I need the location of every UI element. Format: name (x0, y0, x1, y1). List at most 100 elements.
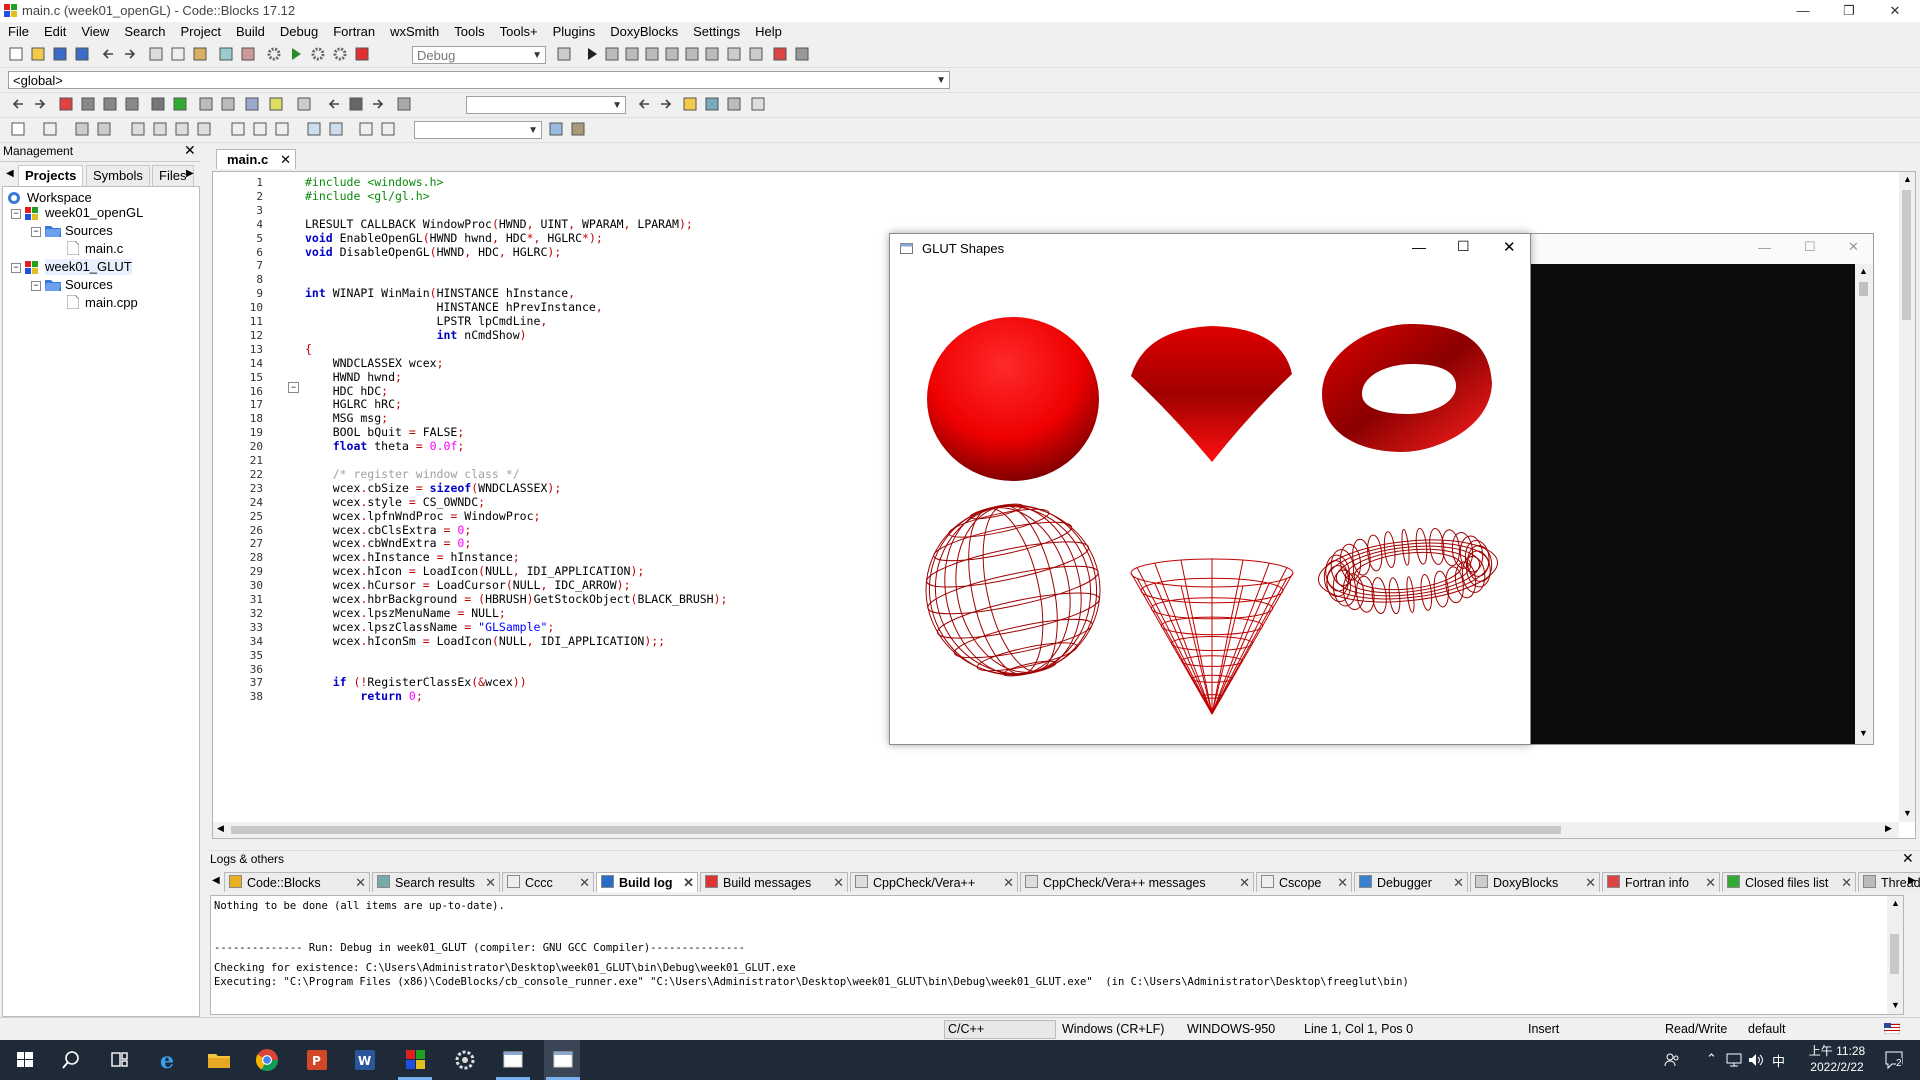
debugging-windows-icon[interactable] (772, 46, 788, 62)
logs-tab-closed-files-list[interactable]: Closed files list ✕ (1722, 872, 1856, 892)
tree-node-project[interactable]: week01_openGL (45, 205, 143, 221)
menu-debug[interactable]: Debug (272, 22, 325, 42)
menu-search[interactable]: Search (116, 22, 172, 42)
glut-shapes-window[interactable]: GLUT Shapes — ☐ ✕ (889, 233, 1531, 745)
console-scrollbar[interactable]: ▲ ▼ (1855, 264, 1872, 744)
paste-icon[interactable] (192, 46, 208, 62)
collapse-icon[interactable]: − (31, 227, 41, 237)
tree-node-sources[interactable]: Sources (65, 277, 113, 293)
logs-tab-code-blocks[interactable]: Code::Blocks ✕ (224, 872, 370, 892)
target-options-icon[interactable] (556, 46, 572, 62)
logs-tab-scroll-left-icon[interactable]: ◀ (212, 875, 220, 886)
tree-node-file[interactable]: main.cpp (85, 295, 138, 311)
tab-projects[interactable]: Projects (18, 165, 84, 186)
regex-icon[interactable] (726, 96, 742, 112)
stop-debugger-icon[interactable] (748, 46, 764, 62)
menu-tools[interactable]: Tools (446, 22, 491, 42)
network-icon[interactable] (1726, 1053, 1742, 1067)
logs-tab-build-messages[interactable]: Build messages ✕ (700, 872, 848, 892)
copy-icon[interactable] (170, 46, 186, 62)
logs-tab-cccc[interactable]: Cccc ✕ (502, 872, 594, 892)
task-view-icon[interactable] (104, 1046, 134, 1074)
bitmap-icon[interactable] (96, 121, 112, 137)
tab-close-icon[interactable]: ✕ (1239, 873, 1250, 892)
settings-app-icon[interactable] (450, 1046, 480, 1074)
rebuild-icon[interactable] (332, 46, 348, 62)
panel-icon[interactable] (42, 121, 58, 137)
notification-icon[interactable] (1884, 1050, 1906, 1070)
ime-indicator[interactable]: 中 (1772, 1051, 1785, 1070)
logs-tab-debugger[interactable]: Debugger ✕ (1354, 872, 1468, 892)
chrome-icon[interactable] (252, 1046, 282, 1074)
clock[interactable]: 上午 11:28 2022/2/22 (1800, 1043, 1874, 1075)
show-hidden-icons-icon[interactable]: ⌃ (1706, 1051, 1717, 1067)
editor-horizontal-scrollbar[interactable]: ◀ ▶ (213, 822, 1899, 838)
border3-icon[interactable] (274, 121, 290, 137)
build-log-output[interactable]: Nothing to be done (all items are up-to-… (210, 895, 1904, 1015)
refresh-icon[interactable] (380, 121, 396, 137)
find-in-files-icon[interactable] (704, 96, 720, 112)
word-icon[interactable]: W (350, 1046, 380, 1074)
tab-close-icon[interactable]: ✕ (485, 873, 496, 892)
fortran-symbols-icon[interactable] (396, 96, 412, 112)
highlight-icon[interactable] (682, 96, 698, 112)
tree-node-file[interactable]: main.c (85, 241, 123, 257)
bookmark-next-icon[interactable] (102, 96, 118, 112)
tab-close-icon[interactable]: ✕ (579, 873, 590, 892)
jump-back-icon[interactable] (10, 96, 26, 112)
app-window-icon[interactable] (498, 1046, 528, 1074)
tree-node-sources[interactable]: Sources (65, 223, 113, 239)
search-symbol-icon[interactable] (548, 121, 564, 137)
console-close-button[interactable]: ✕ (1848, 239, 1859, 255)
new-file-icon[interactable] (8, 46, 24, 62)
logs-tab-search-results[interactable]: Search results ✕ (372, 872, 500, 892)
tab-close-icon[interactable]: ✕ (1337, 873, 1348, 892)
search-next-icon[interactable] (658, 96, 674, 112)
tab-close-icon[interactable]: ✕ (1705, 873, 1716, 892)
chm-icon[interactable] (268, 96, 284, 112)
logs-tab-fortran-info[interactable]: Fortran info ✕ (1602, 872, 1720, 892)
fortran-jump-back-icon[interactable] (326, 96, 342, 112)
logs-scrollbar[interactable]: ▲ ▼ (1887, 896, 1903, 1014)
glut-app-icon[interactable] (548, 1046, 578, 1074)
pointer-icon[interactable] (10, 121, 26, 137)
build-icon[interactable] (266, 46, 282, 62)
zoom-in-icon[interactable] (306, 121, 322, 137)
collapse-icon[interactable]: − (31, 281, 41, 291)
build-target-select[interactable]: Debug ▼ (412, 46, 546, 64)
next-instruction-icon[interactable] (684, 46, 700, 62)
logs-tab-build-log[interactable]: Build log ✕ (596, 872, 698, 892)
box-icon[interactable] (196, 121, 212, 137)
break-debugger-icon[interactable] (726, 46, 742, 62)
restore-button[interactable]: ❐ (1826, 0, 1872, 22)
undo-icon[interactable] (100, 46, 116, 62)
bookmark-toggle-icon[interactable] (58, 96, 74, 112)
find-icon[interactable] (218, 46, 234, 62)
close-button[interactable]: ✕ (1872, 0, 1918, 22)
people-icon[interactable] (1664, 1052, 1680, 1068)
tab-close-icon[interactable]: ✕ (1585, 873, 1596, 892)
run-to-cursor-icon[interactable] (604, 46, 620, 62)
tab-close-icon[interactable]: ✕ (355, 873, 366, 892)
doxy-run-icon[interactable] (172, 96, 188, 112)
menu-fortran[interactable]: Fortran (325, 22, 382, 42)
console-minimize-button[interactable]: — (1758, 240, 1771, 255)
tree-node-workspace[interactable]: Workspace (27, 190, 92, 206)
menu-build[interactable]: Build (228, 22, 272, 42)
logs-tab-cscope[interactable]: Cscope ✕ (1256, 872, 1352, 892)
config-icon[interactable] (296, 96, 312, 112)
next-line-icon[interactable] (624, 46, 640, 62)
fortran-dot-icon[interactable] (348, 96, 364, 112)
step-out-icon[interactable] (664, 46, 680, 62)
build-run-icon[interactable] (310, 46, 326, 62)
border-icon[interactable] (230, 121, 246, 137)
logs-tab-scroll-right-icon[interactable]: ▶ (1908, 875, 1916, 886)
editor-tab-main-c[interactable]: main.c ✕ (216, 149, 296, 169)
save-icon[interactable] (52, 46, 68, 62)
dollar-icon[interactable] (358, 121, 374, 137)
menu-file[interactable]: File (0, 22, 36, 42)
comment-line-icon[interactable] (220, 96, 236, 112)
tab-scroll-right-icon[interactable]: ▶ (186, 168, 194, 179)
logs-tab-doxyblocks[interactable]: DoxyBlocks ✕ (1470, 872, 1600, 892)
search-icon[interactable] (56, 1046, 86, 1074)
